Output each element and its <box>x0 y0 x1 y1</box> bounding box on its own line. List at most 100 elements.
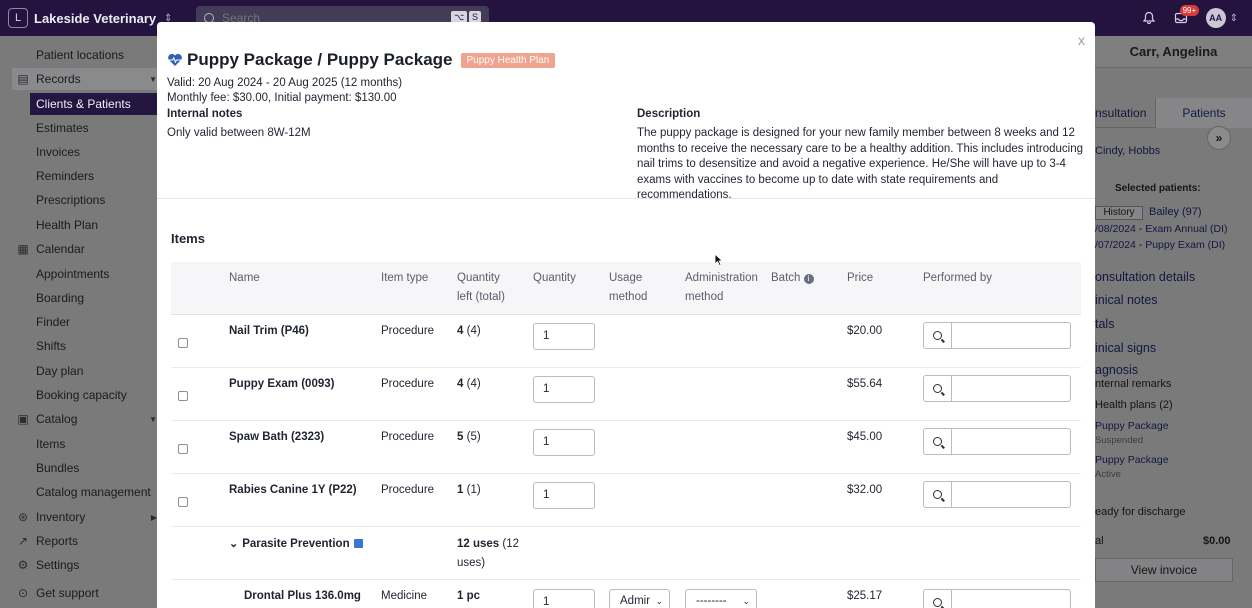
sidebar-item-prescriptions[interactable]: Prescriptions <box>0 189 157 211</box>
history-button[interactable]: History <box>1095 206 1143 220</box>
sidebar-item-label: Items <box>36 437 66 451</box>
performer-input[interactable] <box>952 322 1071 349</box>
col-batch: Batch i <box>771 269 814 288</box>
sidebar-item-day-plan[interactable]: Day plan <box>0 360 157 382</box>
clinical-notes-link[interactable]: inical notes <box>1095 293 1158 307</box>
quantity-input[interactable]: 1 <box>533 323 595 350</box>
col-qty-left-line2: left (total) <box>457 291 505 303</box>
quantity-input[interactable]: 1 <box>533 429 595 456</box>
sidebar-item-label: Inventory <box>36 510 86 524</box>
avatar[interactable]: AA <box>1205 8 1226 28</box>
sidebar-item-clients-patients[interactable]: Clients & Patients <box>30 93 157 115</box>
sidebar-item-calendar[interactable]: ▦ Calendar <box>0 238 157 260</box>
visit-link[interactable]: /08/2024 - Exam Annual (DI) <box>1095 223 1228 235</box>
patient-link[interactable]: Bailey (97) <box>1149 206 1202 218</box>
sidebar-item-health-plan[interactable]: Health Plan <box>0 214 157 236</box>
performed-by-field <box>923 375 1071 402</box>
qty-left: 1 pc <box>457 590 481 602</box>
validity-text: Valid: 20 Aug 2024 - 20 Aug 2025 (12 mon… <box>167 77 403 89</box>
admin-method-select[interactable]: -------- ⌄ <box>685 589 757 608</box>
performer-input[interactable] <box>952 481 1071 508</box>
info-icon[interactable]: i <box>803 274 814 284</box>
expand-panel-icon[interactable]: » <box>1207 126 1231 150</box>
quantity-input[interactable]: 1 <box>533 482 595 509</box>
ready-for-discharge[interactable]: eady for discharge <box>1095 506 1186 518</box>
page-title: Puppy Package / Puppy Package <box>187 50 453 69</box>
qty-left: 4 (4) <box>457 325 481 337</box>
close-icon[interactable]: x <box>1078 32 1085 48</box>
performer-input[interactable] <box>952 589 1071 608</box>
view-invoice-button[interactable]: View invoice <box>1095 558 1233 582</box>
col-admin-line2: method <box>685 291 724 303</box>
sidebar-item-records[interactable]: ▤ Records ▼ <box>12 68 157 90</box>
reports-icon: ↗ <box>17 534 29 548</box>
sidebar-item-catalog[interactable]: ▣ Catalog ▼ <box>0 408 157 430</box>
health-plan-link[interactable]: Puppy Package <box>1095 454 1169 466</box>
visit-link[interactable]: /07/2024 - Puppy Exam (DI) <box>1095 239 1225 251</box>
performer-input[interactable] <box>952 428 1071 455</box>
sidebar-item-bundles[interactable]: Bundles <box>0 457 157 479</box>
row-checkbox[interactable] <box>178 497 188 507</box>
records-icon: ▤ <box>17 72 29 86</box>
qty-left-value: 5 <box>457 431 464 443</box>
performer-search-button[interactable] <box>923 589 952 608</box>
sidebar-item-booking-capacity[interactable]: Booking capacity <box>0 384 157 406</box>
sidebar-item-inventory[interactable]: ⊛ Inventory ▶ <box>0 506 157 528</box>
performer-input[interactable] <box>952 375 1071 402</box>
sidebar-item-items[interactable]: Items <box>0 433 157 455</box>
sidebar-item-boarding[interactable]: Boarding <box>0 287 157 309</box>
clinic-switcher[interactable]: L Lakeside Veterinary Cli... ⇕ <box>8 7 172 29</box>
row-checkbox[interactable] <box>178 391 188 401</box>
col-usage-method: Usage method <box>609 269 647 307</box>
inbox-icon[interactable]: 99+ <box>1174 5 1200 25</box>
quantity-input[interactable]: 1 <box>533 589 595 608</box>
bell-icon[interactable] <box>1142 11 1156 25</box>
performed-by-field <box>923 322 1071 349</box>
bundle-name: ⌄ Parasite Prevention <box>229 537 363 550</box>
performer-search-button[interactable] <box>923 428 952 455</box>
bundle-row[interactable]: ⌄ Parasite Prevention 12 uses (12 uses) <box>171 527 1081 580</box>
health-plans-header[interactable]: Health plans (2) <box>1095 399 1173 411</box>
item-type: Procedure <box>381 484 435 496</box>
sidebar-item-reminders[interactable]: Reminders <box>0 165 157 187</box>
table-row: Puppy Exam (0093) Procedure 4 (4) 1 $55.… <box>171 368 1081 421</box>
sidebar-item-patient-locations[interactable]: Patient locations <box>0 44 157 66</box>
bundle-name-label: Parasite Prevention <box>242 538 350 550</box>
row-checkbox[interactable] <box>178 338 188 348</box>
sidebar-item-settings[interactable]: ⚙ Settings <box>0 554 157 576</box>
clinical-signs-link[interactable]: inical signs <box>1095 341 1156 355</box>
sidebar-item-invoices[interactable]: Invoices <box>0 141 157 163</box>
sidebar-item-get-support[interactable]: ⊙ Get support <box>0 582 157 604</box>
sidebar-item-shifts[interactable]: Shifts <box>0 335 157 357</box>
sidebar-item-estimates[interactable]: Estimates <box>0 117 157 139</box>
performer-search-button[interactable] <box>923 481 952 508</box>
client-link[interactable]: Cindy, Hobbs <box>1095 145 1160 157</box>
internal-remarks[interactable]: nternal remarks <box>1095 378 1171 390</box>
health-plan-link[interactable]: Puppy Package <box>1095 420 1169 432</box>
clinic-initial: L <box>8 8 28 28</box>
chevron-down-icon: ▼ <box>149 74 157 84</box>
performer-search-button[interactable] <box>923 375 952 402</box>
health-plan-status: Suspended <box>1095 435 1144 446</box>
sidebar-item-appointments[interactable]: Appointments <box>0 263 157 285</box>
sidebar-item-catalog-management[interactable]: Catalog management <box>0 481 157 503</box>
consultation-details-link[interactable]: onsultation details <box>1095 270 1195 284</box>
sidebar-item-label: Settings <box>36 558 80 572</box>
row-checkbox[interactable] <box>178 444 188 454</box>
sidebar-item-reports[interactable]: ↗ Reports <box>0 530 157 552</box>
sidebar-item-label: Patient locations <box>36 48 125 62</box>
usage-method-select[interactable]: Admir ⌄ <box>609 589 670 608</box>
sidebar-item-finder[interactable]: Finder <box>0 311 157 333</box>
item-price: $25.17 <box>847 590 883 602</box>
diagnosis-link[interactable]: agnosis <box>1095 363 1138 377</box>
performer-search-button[interactable] <box>923 322 952 349</box>
item-price: $32.00 <box>847 484 883 496</box>
qty-left-value: 4 <box>457 378 464 390</box>
table-row: Spaw Bath (2323) Procedure 5 (5) 1 $45.0… <box>171 421 1081 474</box>
quantity-input[interactable]: 1 <box>533 376 595 403</box>
total-label: al <box>1095 535 1104 547</box>
vitals-link[interactable]: tals <box>1095 317 1114 331</box>
tab-consultation[interactable]: nsultation <box>1095 98 1146 128</box>
tab-patients[interactable]: Patients <box>1155 98 1252 128</box>
table-header: Name Item type Quantity left (total) Quan… <box>171 262 1081 315</box>
